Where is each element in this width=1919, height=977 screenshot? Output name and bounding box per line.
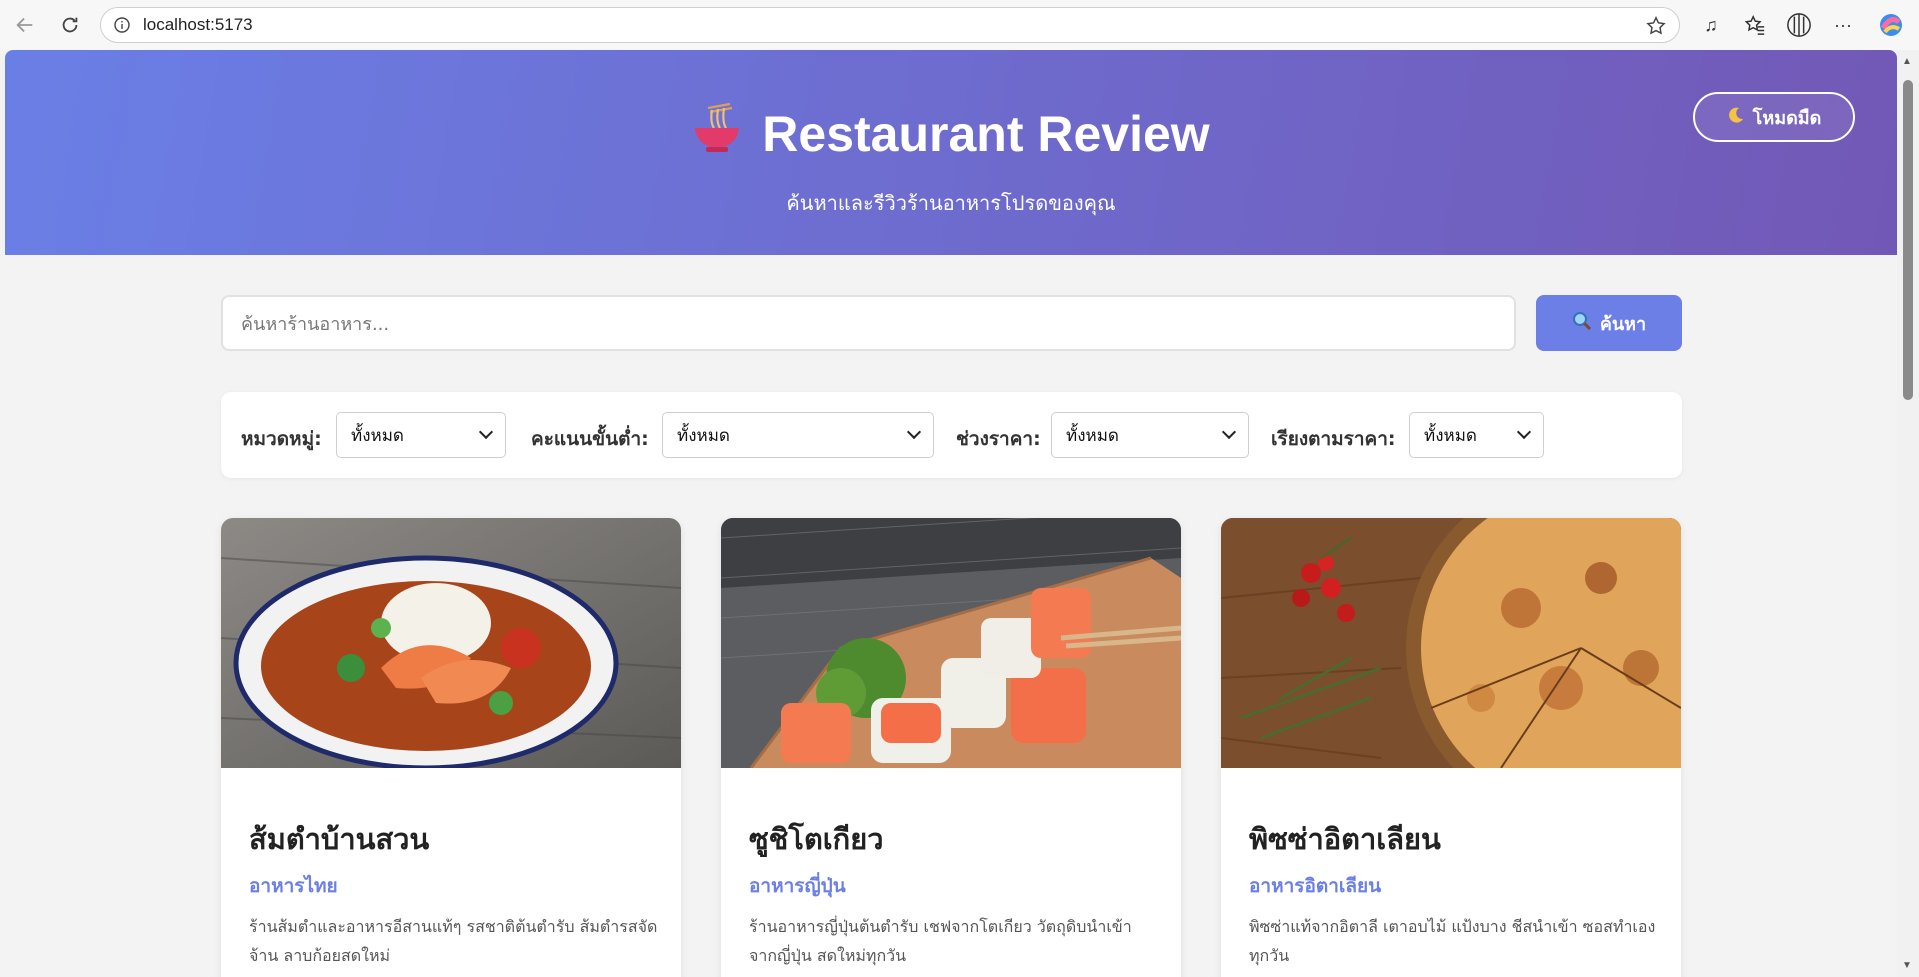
- restaurant-card[interactable]: ส้มตำบ้านสวน อาหารไทย ร้านส้มตำและอาหารอ…: [221, 518, 681, 977]
- search-placeholder: ค้นหาร้านอาหาร...: [241, 313, 390, 335]
- sort-filter-label: เรียงตามราคา:: [1271, 428, 1396, 450]
- restaurant-category: อาหารญี่ปุ่น: [749, 875, 846, 897]
- restaurant-card[interactable]: พิซซ่าอิตาเลียน อาหารอิตาเลียน พิซซ่าแท้…: [1221, 518, 1681, 977]
- restaurant-description: ร้านอาหารญี่ปุ่นต้นตำรับ เชฟจากโตเกียว ว…: [749, 917, 1132, 965]
- page-content: Restaurant Review ค้นหาและรีวิวร้านอาหาร…: [5, 50, 1897, 977]
- app-title-text: Restaurant Review: [762, 106, 1210, 162]
- workspaces-icon[interactable]: [1786, 12, 1812, 38]
- restaurant-description: พิซซ่าแท้จากอิตาลี เตาอบไม้ แป้งบาง ชีสน…: [1249, 917, 1656, 965]
- restaurant-name: พิซซ่าอิตาเลียน: [1249, 822, 1441, 856]
- category-filter-label: หมวดหมู่:: [241, 428, 322, 450]
- restaurant-name: ซูชิโตเกียว: [749, 822, 884, 856]
- restaurant-category: อาหารไทย: [249, 875, 338, 897]
- restaurant-image: [721, 518, 1181, 768]
- chevron-down-icon: [906, 424, 922, 440]
- more-options-icon[interactable]: ···: [1830, 12, 1856, 38]
- page-title: Restaurant Review: [5, 102, 1897, 166]
- moon-icon: [1727, 106, 1745, 129]
- search-button[interactable]: ค้นหา: [1536, 295, 1682, 351]
- page-scrollbar[interactable]: ▲ ▼: [1897, 50, 1919, 977]
- search-button-label: ค้นหา: [1599, 313, 1647, 335]
- restaurant-description: ร้านส้มตำและอาหารอีสานแท้ๆ รสชาติต้นตำรั…: [249, 917, 658, 965]
- copilot-icon[interactable]: [1878, 12, 1904, 38]
- chevron-down-icon: [1221, 424, 1237, 440]
- noodle-bowl-icon: [692, 102, 742, 166]
- dark-mode-button[interactable]: โหมดมืด: [1693, 92, 1855, 142]
- filter-bar: หมวดหมู่: ทั้งหมด คะแนนขั้นต่ำ: ทั้งหมด …: [221, 392, 1682, 478]
- rating-filter-label: คะแนนขั้นต่ำ:: [531, 428, 649, 450]
- scroll-down-icon[interactable]: ▼: [1902, 960, 1912, 971]
- back-icon[interactable]: [10, 10, 40, 40]
- restaurant-image: [221, 518, 681, 768]
- chevron-down-icon: [478, 424, 494, 440]
- page-subtitle: ค้นหาและรีวิวร้านอาหารโปรดของคุณ: [786, 191, 1116, 215]
- search-icon: [1572, 311, 1592, 336]
- chevron-down-icon: [1516, 424, 1532, 440]
- category-select[interactable]: ทั้งหมด: [336, 412, 506, 458]
- restaurant-category: อาหารอิตาเลียน: [1249, 875, 1382, 897]
- sort-select[interactable]: ทั้งหมด: [1409, 412, 1544, 458]
- price-select[interactable]: ทั้งหมด: [1051, 412, 1249, 458]
- url-text: localhost:5173: [143, 15, 253, 34]
- site-info-icon[interactable]: [113, 16, 131, 34]
- hero-header: Restaurant Review ค้นหาและรีวิวร้านอาหาร…: [5, 50, 1897, 255]
- dark-mode-label: โหมดมืด: [1752, 107, 1822, 129]
- read-aloud-icon[interactable]: ♫: [1698, 12, 1724, 38]
- sort-select-value: ทั้งหมด: [1424, 425, 1477, 446]
- browser-toolbar: localhost:5173 ♫ ···: [0, 0, 1919, 50]
- favorite-star-icon[interactable]: [1645, 15, 1667, 42]
- rating-select-value: ทั้งหมด: [677, 425, 730, 446]
- favorites-icon[interactable]: [1742, 12, 1768, 38]
- scroll-up-icon[interactable]: ▲: [1902, 56, 1912, 67]
- price-select-value: ทั้งหมด: [1066, 425, 1119, 446]
- scrollbar-thumb[interactable]: [1903, 80, 1913, 400]
- price-filter-label: ช่วงราคา:: [956, 428, 1041, 450]
- restaurant-card[interactable]: ซูชิโตเกียว อาหารญี่ปุ่น ร้านอาหารญี่ปุ่…: [721, 518, 1181, 977]
- address-bar[interactable]: localhost:5173: [100, 7, 1680, 43]
- restaurant-image: [1221, 518, 1681, 768]
- search-input[interactable]: ค้นหาร้านอาหาร...: [221, 295, 1516, 351]
- category-select-value: ทั้งหมด: [351, 425, 404, 446]
- reload-icon[interactable]: [55, 10, 85, 40]
- rating-select[interactable]: ทั้งหมด: [662, 412, 934, 458]
- restaurant-name: ส้มตำบ้านสวน: [249, 822, 430, 856]
